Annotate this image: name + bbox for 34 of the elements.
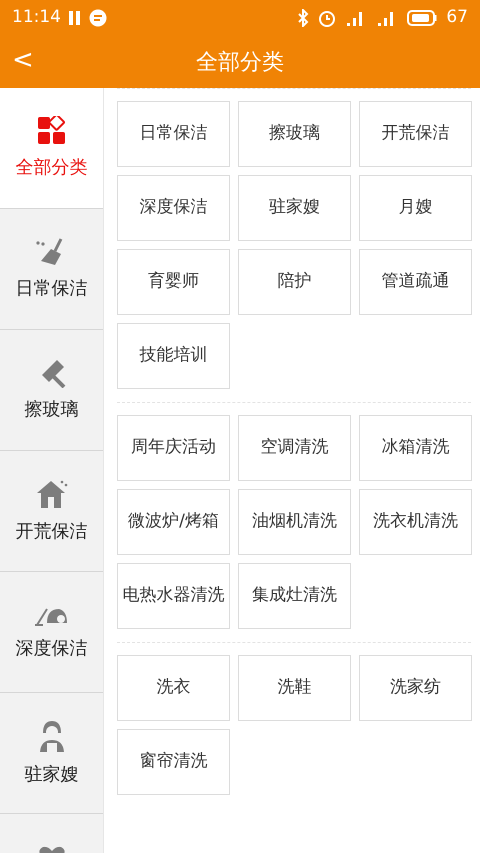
- category-button[interactable]: 窗帘清洗: [117, 729, 230, 795]
- category-button[interactable]: 电热水器清洗: [117, 563, 230, 629]
- status-time: 11:14: [12, 6, 61, 30]
- category-button[interactable]: 日常保洁: [117, 101, 230, 167]
- category-button[interactable]: 油烟机清洗: [238, 489, 351, 555]
- category-button[interactable]: 集成灶清洗: [238, 563, 351, 629]
- page-title: 全部分类: [196, 48, 284, 76]
- category-button[interactable]: 周年庆活动: [117, 415, 230, 481]
- category-tab[interactable]: 全部分类: [0, 88, 103, 209]
- category-button[interactable]: 洗衣: [117, 655, 230, 721]
- category-button[interactable]: 擦玻璃: [238, 101, 351, 167]
- category-button[interactable]: 洗衣机清洗: [359, 489, 472, 555]
- category-button[interactable]: 驻家嫂: [238, 175, 351, 241]
- battery-icon: [407, 10, 438, 26]
- category-button[interactable]: 微波炉/烤箱: [117, 489, 230, 555]
- category-button[interactable]: 深度保洁: [117, 175, 230, 241]
- category-button[interactable]: 洗家纺: [359, 655, 472, 721]
- pause-icon: [69, 11, 81, 25]
- category-button[interactable]: 技能培训: [117, 323, 230, 389]
- battery-level: 67: [446, 6, 468, 30]
- category-button[interactable]: 空调清洗: [238, 415, 351, 481]
- category-button[interactable]: 开荒保洁: [359, 101, 472, 167]
- person-icon: [38, 718, 66, 752]
- category-button[interactable]: 洗鞋: [238, 655, 351, 721]
- category-button[interactable]: 月嫂: [359, 175, 472, 241]
- category-button[interactable]: 管道疏通: [359, 249, 472, 315]
- house-icon: [34, 478, 68, 510]
- bluetooth-icon: [297, 9, 310, 27]
- alarm-icon: [318, 9, 336, 27]
- message-icon: [89, 9, 107, 27]
- grid-icon: [36, 116, 66, 146]
- category-button[interactable]: 陪护: [238, 249, 351, 315]
- category-button[interactable]: 冰箱清洗: [359, 415, 472, 481]
- category-button[interactable]: 育婴师: [117, 249, 230, 315]
